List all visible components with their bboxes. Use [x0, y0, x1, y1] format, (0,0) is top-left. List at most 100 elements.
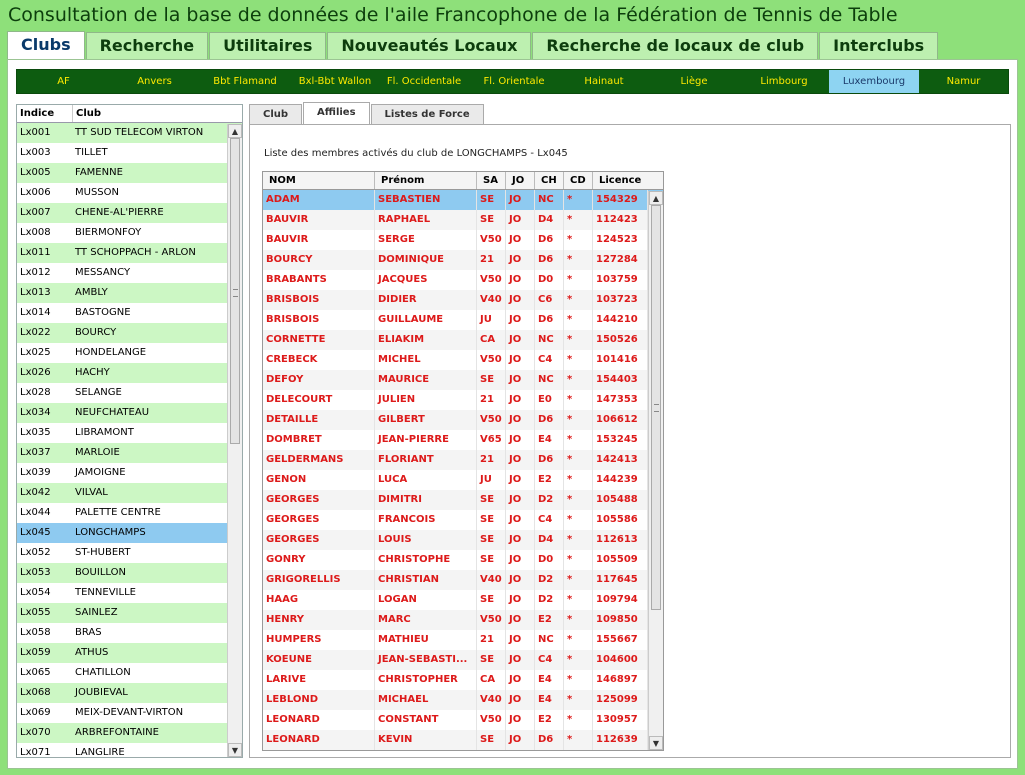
club-row[interactable]: Lx035 LIBRAMONT — [17, 423, 242, 443]
province-fl-orientale[interactable]: Fl. Orientale — [469, 70, 559, 93]
club-row[interactable]: Lx028 SELANGE — [17, 383, 242, 403]
member-row[interactable]: DEFOY MAURICE SE JO NC * 154403 — [263, 370, 663, 390]
tab-nouveautes-locaux[interactable]: Nouveautés Locaux — [327, 32, 532, 59]
member-row[interactable]: LEBLOND MICHAEL V40 JO E4 * 125099 — [263, 690, 663, 710]
province-limbourg[interactable]: Limbourg — [739, 70, 829, 93]
club-row[interactable]: Lx013 AMBLY — [17, 283, 242, 303]
header-sa[interactable]: SA — [477, 172, 506, 189]
club-row[interactable]: Lx054 TENNEVILLE — [17, 583, 242, 603]
scrollbar-thumb[interactable] — [230, 138, 240, 444]
club-row[interactable]: Lx034 NEUFCHATEAU — [17, 403, 242, 423]
member-prenom: CHRISTOPHER — [375, 670, 477, 690]
member-row[interactable]: CREBECK MICHEL V50 JO C4 * 101416 — [263, 350, 663, 370]
club-row[interactable]: Lx037 MARLOIE — [17, 443, 242, 463]
club-row[interactable]: Lx003 TILLET — [17, 143, 242, 163]
member-row[interactable]: HUMPERS MATHIEU 21 JO NC * 155667 — [263, 630, 663, 650]
club-row[interactable]: Lx052 ST-HUBERT — [17, 543, 242, 563]
member-row[interactable]: LEONARD KEVIN SE JO D6 * 112639 — [263, 730, 663, 750]
club-row[interactable]: Lx044 PALETTE CENTRE — [17, 503, 242, 523]
province-namur[interactable]: Namur — [919, 70, 1008, 93]
member-row[interactable]: GENON LUCA JU JO E2 * 144239 — [263, 470, 663, 490]
club-row[interactable]: Lx070 ARBREFONTAINE — [17, 723, 242, 743]
club-row[interactable]: Lx007 CHENE-AL'PIERRE — [17, 203, 242, 223]
member-row[interactable]: BRISBOIS GUILLAUME JU JO D6 * 144210 — [263, 310, 663, 330]
member-row[interactable]: HAAG LOGAN SE JO D2 * 109794 — [263, 590, 663, 610]
member-row[interactable]: GELDERMANS FLORIANT 21 JO D6 * 142413 — [263, 450, 663, 470]
club-row[interactable]: Lx042 VILVAL — [17, 483, 242, 503]
scrollbar-thumb[interactable] — [651, 205, 661, 610]
province-liege[interactable]: Liège — [649, 70, 739, 93]
province-bxl-bbt-wallon[interactable]: Bxl-Bbt Wallon — [291, 70, 379, 93]
club-row[interactable]: Lx045 LONGCHAMPS — [17, 523, 242, 543]
tab-clubs[interactable]: Clubs — [7, 31, 85, 60]
header-jo[interactable]: JO — [506, 172, 535, 189]
province-luxembourg[interactable]: Luxembourg — [829, 70, 919, 93]
tab-club[interactable]: Club — [249, 104, 303, 125]
header-club[interactable]: Club — [73, 105, 227, 122]
scroll-up-arrow-icon[interactable]: ▲ — [649, 191, 663, 205]
club-row[interactable]: Lx071 LANGLIRE — [17, 743, 242, 757]
member-row[interactable]: ADAM SEBASTIEN SE JO NC * 154329 — [263, 190, 663, 210]
member-row[interactable]: BRISBOIS DIDIER V40 JO C6 * 103723 — [263, 290, 663, 310]
club-row[interactable]: Lx053 BOUILLON — [17, 563, 242, 583]
scroll-down-arrow-icon[interactable]: ▼ — [228, 743, 242, 757]
club-row[interactable]: Lx001 TT SUD TELECOM VIRTON — [17, 123, 242, 143]
header-indice[interactable]: Indice — [17, 105, 73, 122]
members-scrollbar[interactable]: ▲ ▼ — [648, 191, 663, 750]
club-row[interactable]: Lx011 TT SCHOPPACH - ARLON — [17, 243, 242, 263]
club-row[interactable]: Lx005 FAMENNE — [17, 163, 242, 183]
club-row[interactable]: Lx039 JAMOIGNE — [17, 463, 242, 483]
club-row[interactable]: Lx012 MESSANCY — [17, 263, 242, 283]
member-row[interactable]: BRABANTS JACQUES V50 JO D0 * 103759 — [263, 270, 663, 290]
province-af[interactable]: AF — [17, 70, 110, 93]
member-jo: JO — [506, 550, 535, 570]
club-list-scrollbar[interactable]: ▲ ▼ — [227, 124, 242, 757]
club-row[interactable]: Lx008 BIERMONFOY — [17, 223, 242, 243]
member-row[interactable]: LARIVE CHRISTOPHER CA JO E4 * 146897 — [263, 670, 663, 690]
club-row[interactable]: Lx014 BASTOGNE — [17, 303, 242, 323]
club-row[interactable]: Lx006 MUSSON — [17, 183, 242, 203]
member-row[interactable]: GONRY CHRISTOPHE SE JO D0 * 105509 — [263, 550, 663, 570]
member-row[interactable]: HENRY MARC V50 JO E2 * 109850 — [263, 610, 663, 630]
club-row[interactable]: Lx065 CHATILLON — [17, 663, 242, 683]
club-row[interactable]: Lx068 JOUBIEVAL — [17, 683, 242, 703]
member-row[interactable]: LEONARD CONSTANT V50 JO E2 * 130957 — [263, 710, 663, 730]
club-row[interactable]: Lx069 MEIX-DEVANT-VIRTON — [17, 703, 242, 723]
member-row[interactable]: CORNETTE ELIAKIM CA JO NC * 150526 — [263, 330, 663, 350]
club-row[interactable]: Lx059 ATHUS — [17, 643, 242, 663]
member-row[interactable]: DETAILLE GILBERT V50 JO D6 * 106612 — [263, 410, 663, 430]
tab-listes-de-force[interactable]: Listes de Force — [370, 104, 484, 125]
header-cd[interactable]: CD — [564, 172, 593, 189]
club-row[interactable]: Lx026 HACHY — [17, 363, 242, 383]
header-nom[interactable]: NOM — [263, 172, 375, 189]
header-prenom[interactable]: Prénom — [375, 172, 477, 189]
tab-recherche-locaux[interactable]: Recherche de locaux de club — [532, 32, 819, 59]
tab-interclubs[interactable]: Interclubs — [819, 32, 939, 59]
member-row[interactable]: GRIGORELLIS CHRISTIAN V40 JO D2 * 117645 — [263, 570, 663, 590]
member-row[interactable]: GEORGES FRANCOIS SE JO C4 * 105586 — [263, 510, 663, 530]
club-row[interactable]: Lx025 HONDELANGE — [17, 343, 242, 363]
scroll-down-arrow-icon[interactable]: ▼ — [649, 736, 663, 750]
club-row[interactable]: Lx058 BRAS — [17, 623, 242, 643]
member-row[interactable]: BOURCY DOMINIQUE 21 JO D6 * 127284 — [263, 250, 663, 270]
club-index: Lx070 — [20, 727, 51, 738]
province-bbt-flamand[interactable]: Bbt Flamand — [199, 70, 291, 93]
header-ch[interactable]: CH — [535, 172, 564, 189]
member-row[interactable]: DELECOURT JULIEN 21 JO E0 * 147353 — [263, 390, 663, 410]
member-row[interactable]: GEORGES DIMITRI SE JO D2 * 105488 — [263, 490, 663, 510]
club-row[interactable]: Lx055 SAINLEZ — [17, 603, 242, 623]
member-row[interactable]: DOMBRET JEAN-PIERRE V65 JO E4 * 153245 — [263, 430, 663, 450]
club-row[interactable]: Lx022 BOURCY — [17, 323, 242, 343]
tab-affilies[interactable]: Affilies — [303, 102, 370, 125]
member-row[interactable]: KOEUNE JEAN-SEBASTI... SE JO C4 * 104600 — [263, 650, 663, 670]
province-hainaut[interactable]: Hainaut — [559, 70, 649, 93]
header-licence[interactable]: Licence — [593, 172, 648, 189]
scroll-up-arrow-icon[interactable]: ▲ — [228, 124, 242, 138]
tab-utilitaires[interactable]: Utilitaires — [209, 32, 327, 59]
member-row[interactable]: GEORGES LOUIS SE JO D4 * 112613 — [263, 530, 663, 550]
member-row[interactable]: BAUVIR RAPHAEL SE JO D4 * 112423 — [263, 210, 663, 230]
province-fl-occidentale[interactable]: Fl. Occidentale — [379, 70, 469, 93]
member-row[interactable]: BAUVIR SERGE V50 JO D6 * 124523 — [263, 230, 663, 250]
province-anvers[interactable]: Anvers — [110, 70, 199, 93]
tab-recherche[interactable]: Recherche — [85, 32, 209, 59]
